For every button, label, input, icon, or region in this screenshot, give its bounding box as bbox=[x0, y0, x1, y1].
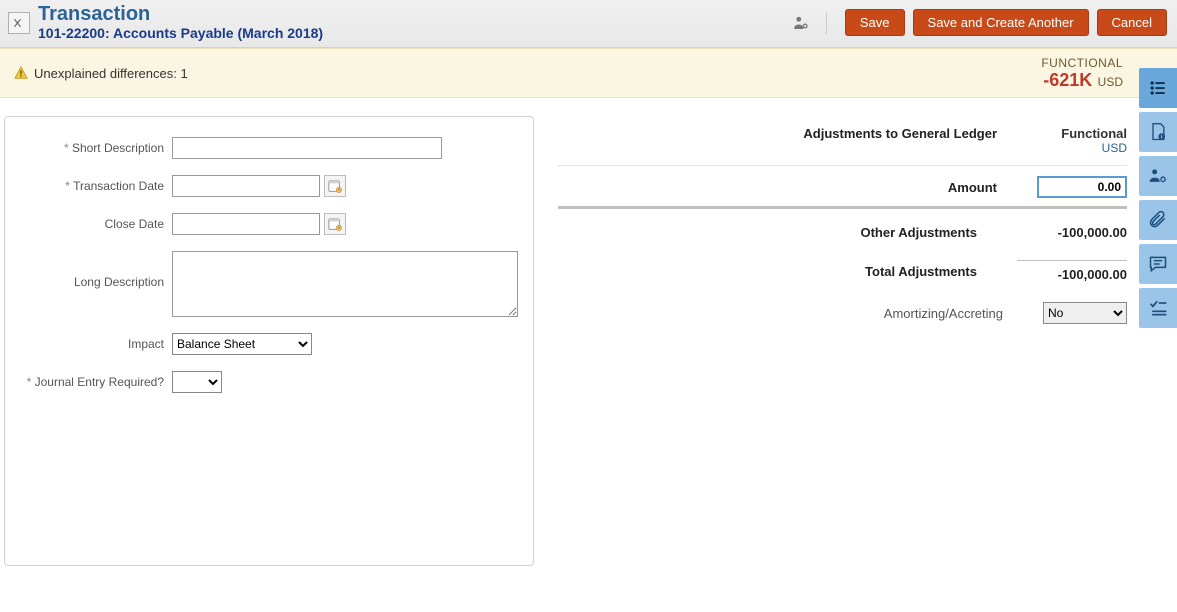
side-rail: i bbox=[1139, 68, 1177, 328]
rail-attachment-icon[interactable] bbox=[1139, 200, 1177, 240]
short-description-label: Short Description bbox=[17, 137, 172, 155]
header-separator bbox=[826, 12, 827, 34]
total-adjustments-label: Total Adjustments bbox=[558, 264, 1005, 279]
transaction-date-picker-button[interactable] bbox=[324, 175, 346, 197]
page-header: Transaction 101-22200: Accounts Payable … bbox=[0, 0, 1177, 48]
close-date-picker-button[interactable] bbox=[324, 213, 346, 235]
amortizing-accreting-label: Amortizing/Accreting bbox=[558, 306, 1031, 321]
page-title: Transaction bbox=[38, 3, 323, 25]
transaction-date-label: Transaction Date bbox=[17, 175, 172, 193]
page-subtitle: 101-22200: Accounts Payable (March 2018) bbox=[38, 25, 323, 42]
functional-column-label: Functional bbox=[1037, 126, 1127, 141]
notice-message[interactable]: Unexplained differences: 1 bbox=[34, 66, 188, 81]
transaction-form-panel: Short Description Transaction Date Close… bbox=[4, 116, 534, 566]
other-adjustments-value: -100,000.00 bbox=[1017, 225, 1127, 240]
close-date-label: Close Date bbox=[17, 213, 172, 231]
collapse-toggle-button[interactable] bbox=[8, 12, 30, 34]
rail-comment-icon[interactable] bbox=[1139, 244, 1177, 284]
user-settings-icon[interactable] bbox=[792, 14, 810, 32]
transaction-date-input[interactable] bbox=[172, 175, 320, 197]
functional-label: FUNCTIONAL bbox=[1041, 56, 1123, 70]
notice-bar: Unexplained differences: 1 FUNCTIONAL -6… bbox=[0, 48, 1177, 98]
rail-checklist-icon[interactable] bbox=[1139, 288, 1177, 328]
impact-select[interactable]: Balance Sheet bbox=[172, 333, 312, 355]
amount-label: Amount bbox=[558, 180, 1025, 195]
long-description-label: Long Description bbox=[17, 251, 172, 289]
short-description-input[interactable] bbox=[172, 137, 442, 159]
rail-document-info-icon[interactable]: i bbox=[1139, 112, 1177, 152]
amortizing-accreting-select[interactable]: No bbox=[1043, 302, 1127, 324]
rail-list-icon[interactable] bbox=[1139, 68, 1177, 108]
functional-column-currency: USD bbox=[1037, 141, 1127, 155]
journal-entry-required-label: Journal Entry Required? bbox=[17, 371, 172, 389]
rail-users-gear-icon[interactable] bbox=[1139, 156, 1177, 196]
amount-input[interactable] bbox=[1037, 176, 1127, 198]
other-adjustments-label: Other Adjustments bbox=[558, 225, 1005, 240]
warning-icon bbox=[14, 66, 28, 80]
save-create-another-button[interactable]: Save and Create Another bbox=[913, 9, 1089, 36]
close-date-input[interactable] bbox=[172, 213, 320, 235]
total-adjustments-value: -100,000.00 bbox=[1017, 260, 1127, 282]
cancel-button[interactable]: Cancel bbox=[1097, 9, 1167, 36]
impact-label: Impact bbox=[17, 333, 172, 351]
save-button[interactable]: Save bbox=[845, 9, 905, 36]
functional-amount: -621K bbox=[1043, 70, 1092, 90]
journal-entry-required-select[interactable] bbox=[172, 371, 222, 393]
functional-currency: USD bbox=[1098, 75, 1123, 89]
adjustments-panel: Adjustments to General Ledger Functional… bbox=[534, 116, 1177, 566]
adjustments-heading: Adjustments to General Ledger bbox=[558, 126, 997, 141]
long-description-textarea[interactable] bbox=[172, 251, 518, 317]
